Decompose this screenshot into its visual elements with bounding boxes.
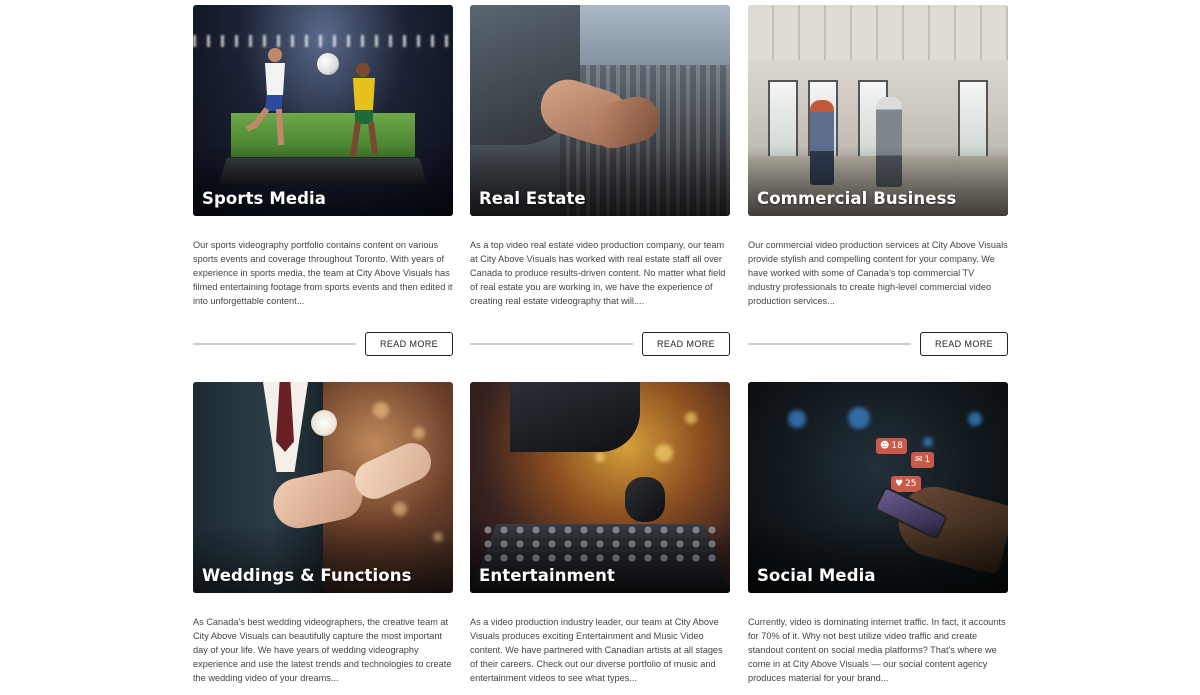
real-estate-image[interactable]: Real Estate bbox=[470, 5, 730, 216]
card-title: Weddings & Functions bbox=[202, 566, 412, 585]
read-more-row: READ MORE bbox=[470, 332, 730, 356]
read-more-button[interactable]: READ MORE bbox=[365, 332, 453, 356]
followers-badge: ☻ 18 bbox=[876, 438, 907, 454]
heart-icon: ♥ bbox=[895, 479, 904, 489]
weddings-image[interactable]: Weddings & Functions bbox=[193, 382, 453, 593]
soccer-player-white-icon bbox=[245, 48, 285, 146]
card-title: Sports Media bbox=[202, 189, 327, 208]
divider-line bbox=[193, 343, 356, 345]
soccer-ball-icon bbox=[317, 53, 339, 75]
card-description: As Canada's best wedding videographers, … bbox=[193, 617, 452, 683]
user-icon: ☻ bbox=[880, 441, 890, 451]
read-more-button[interactable]: READ MORE bbox=[920, 332, 1008, 356]
read-more-row: READ MORE bbox=[193, 332, 453, 356]
comments-count: 1 bbox=[924, 455, 931, 465]
social-media-image[interactable]: ☻ 18 ✉ 1 ♥ 25 Social Media bbox=[748, 382, 1008, 593]
read-more-button[interactable]: READ MORE bbox=[642, 332, 730, 356]
card-title: Real Estate bbox=[479, 189, 586, 208]
card-title: Social Media bbox=[757, 566, 876, 585]
comments-badge: ✉ 1 bbox=[911, 452, 935, 468]
service-card-real-estate: Real Estate As a top video real estate v… bbox=[470, 5, 730, 356]
card-description: Our sports videography portfolio contain… bbox=[193, 240, 453, 306]
boutonniere-icon bbox=[311, 410, 337, 436]
read-more-row: READ MORE bbox=[748, 332, 1008, 356]
soccer-player-yellow-icon bbox=[350, 63, 378, 157]
service-card-sports-media: Sports Media Our sports videography port… bbox=[193, 5, 453, 356]
card-description: As a top video real estate video product… bbox=[470, 240, 726, 306]
card-description: Currently, video is dominating internet … bbox=[748, 617, 1006, 683]
divider-line bbox=[748, 343, 911, 345]
service-card-commercial-business: Commercial Business Our commercial video… bbox=[748, 5, 1008, 356]
likes-badge: ♥ 25 bbox=[891, 476, 921, 492]
followers-count: 18 bbox=[891, 441, 903, 451]
card-description: Our commercial video production services… bbox=[748, 240, 1008, 306]
entertainment-image[interactable]: Entertainment bbox=[470, 382, 730, 593]
comment-icon: ✉ bbox=[915, 455, 923, 465]
service-card-weddings: Weddings & Functions As Canada's best we… bbox=[193, 382, 453, 685]
sports-media-image[interactable]: Sports Media bbox=[193, 5, 453, 216]
card-description: As a video production industry leader, o… bbox=[470, 617, 723, 683]
service-card-social-media: ☻ 18 ✉ 1 ♥ 25 Social Media Currently, vi… bbox=[748, 382, 1008, 685]
card-title: Entertainment bbox=[479, 566, 615, 585]
divider-line bbox=[470, 343, 633, 345]
card-title: Commercial Business bbox=[757, 189, 957, 208]
likes-count: 25 bbox=[905, 479, 917, 489]
commercial-business-image[interactable]: Commercial Business bbox=[748, 5, 1008, 216]
service-card-entertainment: Entertainment As a video production indu… bbox=[470, 382, 730, 685]
